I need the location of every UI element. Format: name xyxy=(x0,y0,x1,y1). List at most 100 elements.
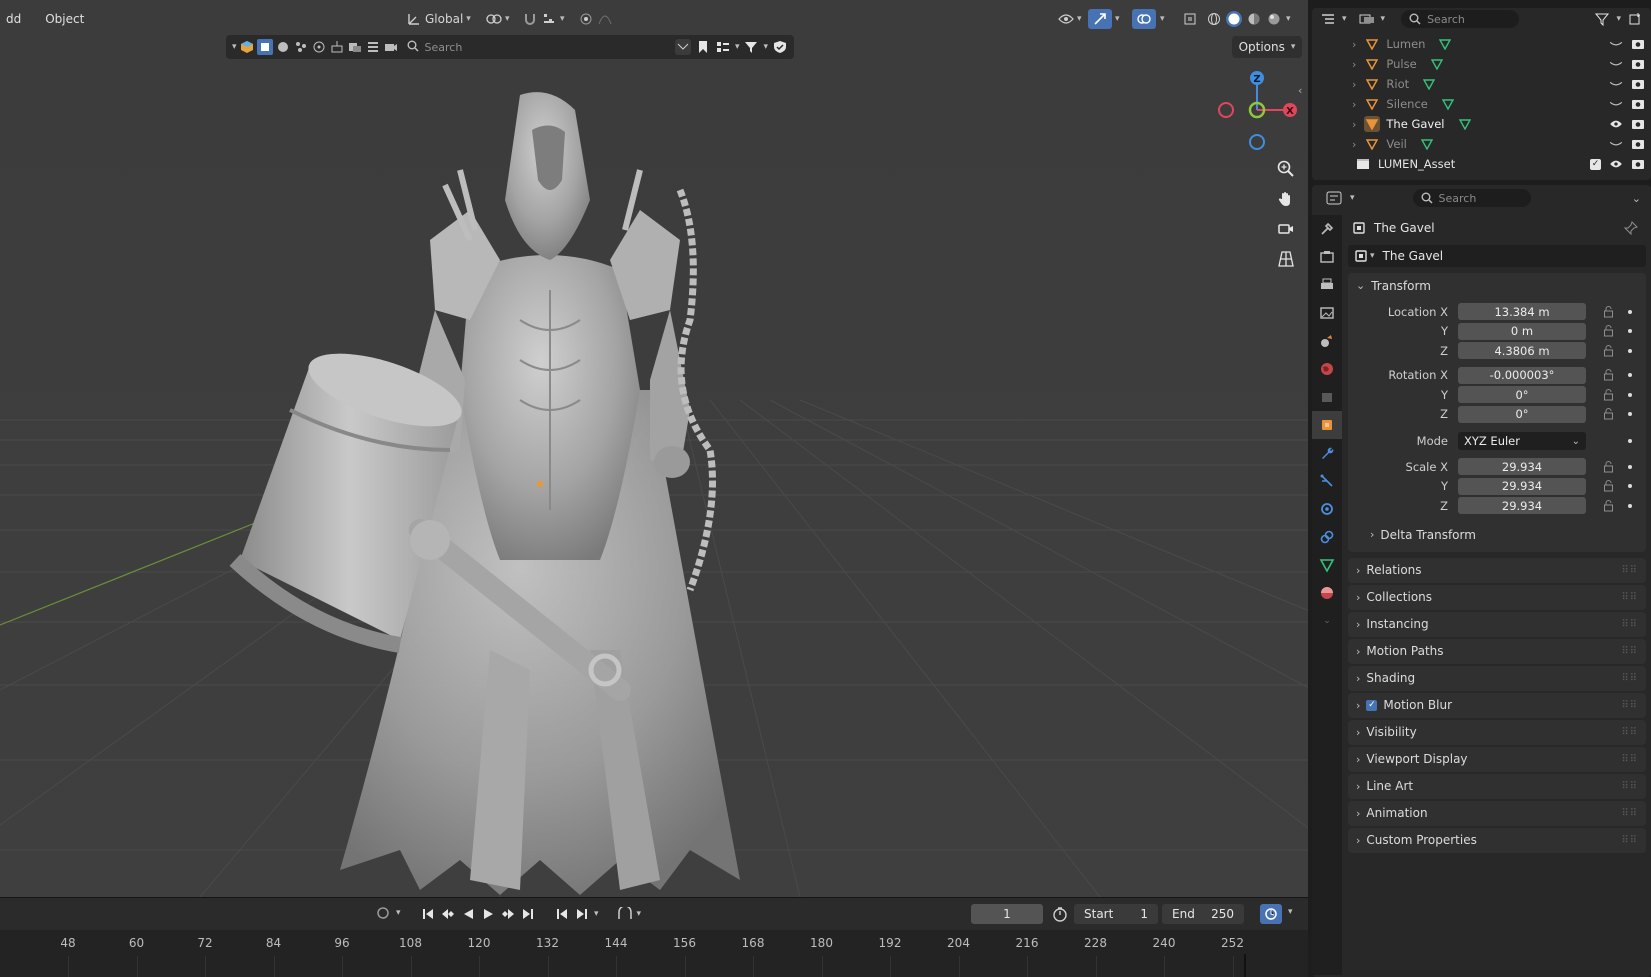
tab-scene[interactable] xyxy=(1312,327,1342,355)
chevron-down-icon[interactable]: ▾ xyxy=(1342,14,1347,24)
lock-icon[interactable] xyxy=(1603,480,1614,492)
keyframe-dot-icon[interactable] xyxy=(1628,373,1632,378)
outliner-item[interactable]: › Veil xyxy=(1312,134,1651,154)
location-y-field[interactable]: 0 m xyxy=(1458,322,1586,340)
location-z-field[interactable]: 4.3806 m xyxy=(1458,342,1586,360)
tab-tool[interactable] xyxy=(1312,215,1342,243)
new-collection-icon[interactable] xyxy=(1627,11,1643,27)
end-frame-field[interactable]: End 250 xyxy=(1162,904,1244,924)
scale-x-field[interactable]: 29.934 xyxy=(1458,458,1586,476)
chevron-down-icon[interactable]: ▾ xyxy=(1350,193,1355,203)
data-icon[interactable] xyxy=(365,39,381,55)
rotation-x-field[interactable]: -0.000003° xyxy=(1458,366,1586,384)
stopwatch-icon[interactable] xyxy=(1052,906,1068,925)
panel-header[interactable]: › Animation ⠿⠿ xyxy=(1348,801,1646,826)
keyframe-dot-icon[interactable] xyxy=(1628,503,1632,508)
visibility-dropdown[interactable]: ▾ xyxy=(1054,9,1086,29)
drag-handle-icon[interactable]: ⠿⠿ xyxy=(1621,835,1638,846)
panel-relations[interactable]: › Relations ⠿⠿ xyxy=(1348,557,1646,583)
panel-header[interactable]: › Instancing ⠿⠿ xyxy=(1348,612,1646,637)
camera-view-button[interactable] xyxy=(1273,216,1299,242)
chevron-down-icon[interactable]: ▾ xyxy=(1616,14,1621,24)
solid-shading-icon[interactable] xyxy=(1226,11,1242,27)
keying-dropdown[interactable]: ▾ xyxy=(376,906,401,920)
panel-header[interactable]: › Visibility ⠿⠿ xyxy=(1348,720,1646,745)
panel-motion-paths[interactable]: › Motion Paths ⠿⠿ xyxy=(1348,638,1646,664)
chevron-down-icon[interactable] xyxy=(674,39,691,55)
particles-icon[interactable] xyxy=(293,39,309,55)
chevron-right-icon[interactable]: › xyxy=(1352,98,1356,111)
rendered-shading-icon[interactable] xyxy=(1266,11,1282,27)
pin-icon[interactable] xyxy=(1624,221,1638,235)
chevron-down-icon[interactable]: ▾ xyxy=(1381,14,1386,24)
auto-keying-icon[interactable] xyxy=(617,906,633,922)
chevron-right-icon[interactable]: › xyxy=(1352,78,1356,91)
eye-closed-icon[interactable] xyxy=(1609,79,1623,89)
tab-material[interactable] xyxy=(1312,579,1342,607)
camera-icon[interactable] xyxy=(383,39,399,55)
chevron-right-icon[interactable]: › xyxy=(1352,118,1356,131)
drag-handle-icon[interactable]: ⠿⠿ xyxy=(1621,619,1638,630)
timeline-ruler[interactable]: 48 60 72 84 96 108 120 132 144 156 168 180 192 204 216… xyxy=(0,930,1308,977)
bookmark-icon[interactable] xyxy=(695,39,711,55)
motion-blur-checkbox[interactable]: ✓ xyxy=(1366,699,1378,711)
select-box-icon[interactable] xyxy=(256,39,273,55)
shield-icon[interactable] xyxy=(772,39,788,55)
eye-closed-icon[interactable] xyxy=(1609,39,1623,49)
neg-x-axis-handle[interactable] xyxy=(1218,102,1234,118)
drag-handle-icon[interactable]: ⠿⠿ xyxy=(1621,700,1638,711)
outliner-item[interactable]: › Riot xyxy=(1312,74,1651,94)
wireframe-shading-icon[interactable] xyxy=(1206,11,1222,27)
lock-icon[interactable] xyxy=(1603,388,1614,401)
chevron-down-icon[interactable]: ▾ xyxy=(232,42,237,52)
proportional-edit-toggle[interactable] xyxy=(574,9,617,29)
chevron-down-icon[interactable]: ▾ xyxy=(763,42,768,52)
drag-handle-icon[interactable]: ⠿⠿ xyxy=(1621,754,1638,765)
lock-icon[interactable] xyxy=(1603,408,1614,420)
prev-keyframe-icon[interactable] xyxy=(440,906,456,922)
jump-to-start-icon[interactable] xyxy=(420,906,436,922)
drag-handle-icon[interactable]: ⠿⠿ xyxy=(1621,781,1638,792)
outliner-item[interactable]: › Lumen xyxy=(1312,34,1651,54)
modifier-icon[interactable] xyxy=(329,39,345,55)
drag-handle-icon[interactable]: ⠿⠿ xyxy=(1621,808,1638,819)
keyframe-dot-icon[interactable] xyxy=(1628,439,1632,443)
chevron-down-icon[interactable]: ▾ xyxy=(1370,251,1375,261)
eye-icon[interactable] xyxy=(1609,159,1623,169)
prev-frame-icon[interactable] xyxy=(554,906,570,922)
camera-render-icon[interactable] xyxy=(1631,98,1645,110)
tab-object[interactable] xyxy=(1312,411,1342,439)
keyframe-dot-icon[interactable] xyxy=(1628,484,1632,489)
chevron-down-icon[interactable]: ▾ xyxy=(735,42,740,52)
panel-animation[interactable]: › Animation ⠿⠿ xyxy=(1348,800,1646,826)
object-type-icon[interactable] xyxy=(239,39,255,55)
chevron-right-icon[interactable]: › xyxy=(1352,58,1356,71)
chevron-right-icon[interactable]: › xyxy=(1352,138,1356,151)
editor-type-icon[interactable] xyxy=(1326,190,1342,206)
scale-y-field[interactable]: 29.934 xyxy=(1458,477,1586,495)
chevron-right-icon[interactable]: › xyxy=(1352,38,1356,51)
3d-viewport[interactable]: dd Object Global ▾ ▾ ▾ ▾ ▾ ▾ ▾ ▾ Search … xyxy=(0,0,1308,897)
camera-render-icon[interactable] xyxy=(1631,38,1645,50)
panel-motion-blur[interactable]: › ✓ Motion Blur ⠿⠿ xyxy=(1348,692,1646,718)
physics-icon[interactable] xyxy=(311,39,327,55)
keyframe-dot-icon[interactable] xyxy=(1628,412,1632,417)
display-mode-icon[interactable] xyxy=(1320,11,1336,27)
rotation-mode-select[interactable]: XYZ Euler ⌄ xyxy=(1458,432,1586,450)
object-name-field[interactable]: ▾ The Gavel xyxy=(1348,245,1646,267)
panel-header[interactable]: › Line Art ⠿⠿ xyxy=(1348,774,1646,799)
eye-closed-icon[interactable] xyxy=(1609,139,1623,149)
tab-data[interactable] xyxy=(1312,551,1342,579)
menu-add[interactable]: dd xyxy=(0,12,27,26)
panel-viewport-display[interactable]: › Viewport Display ⠿⠿ xyxy=(1348,746,1646,772)
keyframe-dot-icon[interactable] xyxy=(1628,464,1632,469)
tab-physics[interactable] xyxy=(1312,495,1342,523)
chevron-down-icon[interactable]: ⌄ xyxy=(1632,192,1641,205)
keyframe-dot-icon[interactable] xyxy=(1628,309,1632,314)
tab-output[interactable] xyxy=(1312,271,1342,299)
playback-sync-toggle[interactable] xyxy=(1260,904,1282,924)
rotation-z-field[interactable]: 0° xyxy=(1458,405,1586,423)
camera-render-icon[interactable] xyxy=(1631,58,1645,70)
checkbox-icon[interactable]: ✓ xyxy=(1590,158,1601,170)
panel-header[interactable]: › Collections ⠿⠿ xyxy=(1348,585,1646,610)
